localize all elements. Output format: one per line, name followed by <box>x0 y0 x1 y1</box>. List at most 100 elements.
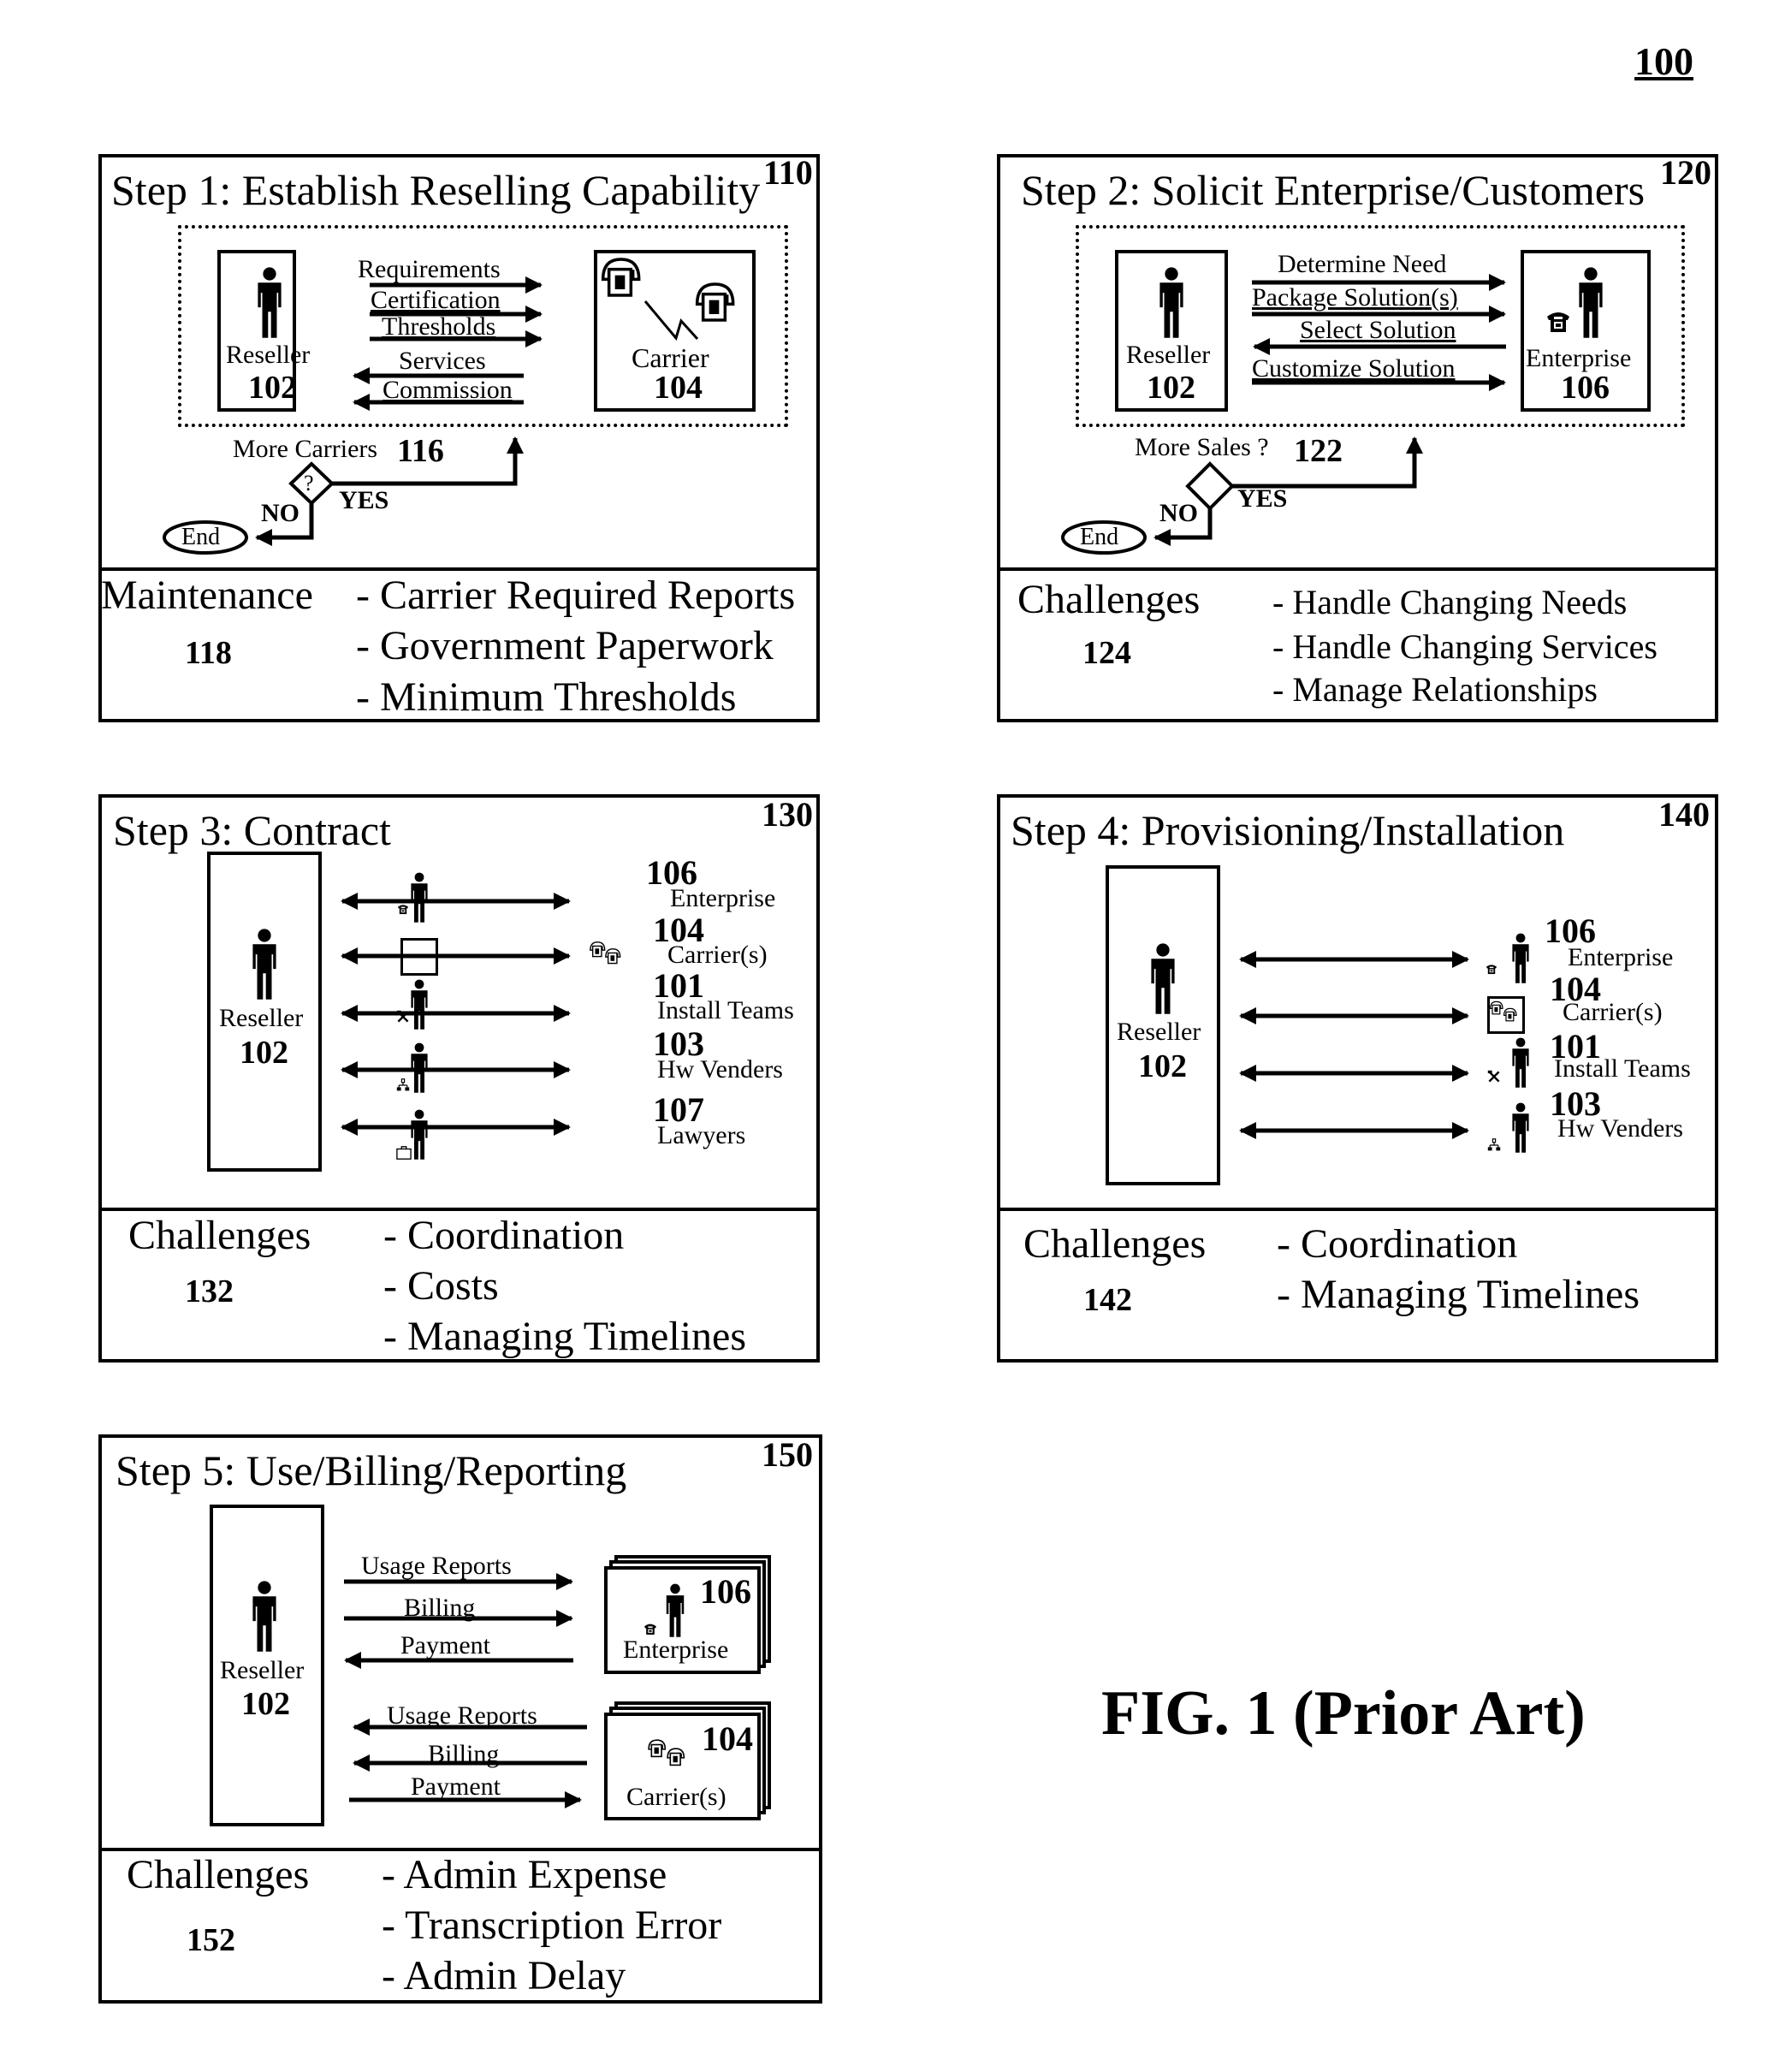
step5-enterprise-ref: 106 <box>700 1572 751 1611</box>
lawyer-person-icon <box>409 1109 430 1161</box>
step4-reseller-label: Reseller <box>1117 1018 1201 1046</box>
reseller-person-icon <box>255 265 284 341</box>
step5-title: Step 5: Use/Billing/Reporting <box>116 1446 627 1494</box>
step1-ref: 110 <box>763 153 813 192</box>
step1-reseller-ref: 102 <box>248 370 297 406</box>
carrier-phone-icon <box>1503 1006 1523 1027</box>
no-label: NO <box>261 499 299 527</box>
step3-divider <box>98 1208 820 1211</box>
phone-icon <box>1486 963 1497 975</box>
step1-section-ref: 118 <box>185 635 232 671</box>
party-label: Lawyers <box>657 1121 746 1149</box>
step5-carrier-ref: 104 <box>702 1719 753 1758</box>
step1-carrier-ref: 104 <box>654 370 703 406</box>
msg-payment: Payment <box>411 1772 501 1801</box>
tools-icon <box>1487 1070 1501 1083</box>
step4-section-item: - Coordination <box>1277 1221 1518 1267</box>
end-label: End <box>181 524 221 550</box>
step2-enterprise-label: Enterprise <box>1526 344 1632 372</box>
step2-section-ref: 124 <box>1082 635 1131 671</box>
party-label: Carrier(s) <box>667 941 768 969</box>
step2-ref: 120 <box>1660 153 1711 192</box>
msg-determine-need: Determine Need <box>1278 250 1447 278</box>
figure-reference-number: 100 <box>1634 39 1693 83</box>
step2-section-item: - Handle Changing Services <box>1272 627 1658 666</box>
step2-title: Step 2: Solicit Enterprise/Customers <box>1021 166 1646 214</box>
step2-section-heading: Challenges <box>1017 577 1201 622</box>
step2-section-item: - Manage Relationships <box>1272 670 1598 709</box>
no-label: NO <box>1159 499 1198 527</box>
step5-section-heading: Challenges <box>127 1852 310 1897</box>
step3-section-ref: 132 <box>185 1273 234 1309</box>
reseller-person-icon <box>250 1579 279 1654</box>
msg-billing: Billing <box>428 1740 500 1768</box>
step5-section-item: - Admin Expense <box>382 1852 667 1897</box>
step2-enterprise-ref: 106 <box>1561 370 1610 406</box>
step2-reseller-ref: 102 <box>1147 370 1195 406</box>
step1-section-item: - Government Paperwork <box>356 623 774 668</box>
step3-reseller-label: Reseller <box>219 1004 304 1032</box>
hw-vendor-person-icon <box>1510 1102 1531 1154</box>
step1-section-item: - Minimum Thresholds <box>356 674 737 720</box>
step3-reseller-ref: 102 <box>240 1035 288 1071</box>
carrier-phone-icon <box>599 253 659 313</box>
enterprise-person-icon <box>1510 933 1531 984</box>
network-icon <box>1487 1138 1501 1152</box>
step4-section-heading: Challenges <box>1023 1221 1207 1267</box>
msg-certification: Certification <box>371 286 501 314</box>
party-label: Hw Venders <box>657 1055 783 1083</box>
step5-divider <box>98 1848 822 1851</box>
carrier-phone-icon <box>666 1746 693 1773</box>
step1-section-heading: Maintenance <box>101 573 313 618</box>
step1-carrier-label: Carrier <box>632 342 709 373</box>
decision-ref: 122 <box>1294 433 1343 469</box>
msg-services: Services <box>399 347 486 375</box>
step3-section-item: - Coordination <box>383 1213 625 1258</box>
step5-carrier-label: Carrier(s) <box>626 1783 726 1811</box>
install-team-person-icon <box>1510 1037 1531 1089</box>
msg-usage-reports: Usage Reports <box>387 1701 537 1730</box>
step1-divider <box>98 567 820 571</box>
msg-package-solutions: Package Solution(s) <box>1252 283 1458 312</box>
step5-section-item: - Admin Delay <box>382 1953 626 1998</box>
party-label: Install Teams <box>1554 1054 1691 1083</box>
phone-icon <box>1545 308 1571 334</box>
carrier-phone-icon <box>604 947 628 971</box>
msg-billing: Billing <box>404 1594 476 1622</box>
step5-enterprise-label: Enterprise <box>623 1636 729 1664</box>
msg-requirements: Requirements <box>358 255 501 283</box>
step4-divider <box>997 1208 1718 1211</box>
msg-payment: Payment <box>400 1631 490 1659</box>
step4-title: Step 4: Provisioning/Installation <box>1011 806 1565 854</box>
enterprise-person-icon <box>1576 265 1605 341</box>
step4-reseller-ref: 102 <box>1138 1048 1187 1084</box>
step1-reseller-label: Reseller <box>226 341 311 369</box>
step4-ref: 140 <box>1658 795 1710 834</box>
step3-section-item: - Costs <box>383 1263 499 1309</box>
step3-section-item: - Managing Timelines <box>383 1314 747 1359</box>
network-icon <box>396 1078 410 1092</box>
step4-section-item: - Managing Timelines <box>1277 1272 1640 1317</box>
reseller-person-icon <box>250 927 279 1002</box>
phone-icon <box>643 1622 657 1636</box>
step5-section-ref: 152 <box>187 1922 235 1958</box>
step3-ref: 130 <box>762 795 813 834</box>
msg-usage-reports: Usage Reports <box>361 1552 512 1580</box>
hw-vendor-person-icon <box>409 1042 430 1094</box>
step5-section-item: - Transcription Error <box>382 1903 722 1948</box>
msg-select-solution: Select Solution <box>1300 316 1456 344</box>
step2-section-item: - Handle Changing Needs <box>1272 583 1628 621</box>
party-label: Hw Venders <box>1557 1114 1683 1143</box>
step5-reseller-label: Reseller <box>220 1656 305 1684</box>
decision-ref: 116 <box>397 433 444 469</box>
step5-reseller-ref: 102 <box>241 1686 290 1722</box>
carrier-phone-icon <box>693 278 753 338</box>
decision-label: More Sales ? <box>1135 433 1269 461</box>
party-label: Enterprise <box>1568 943 1674 971</box>
msg-thresholds: Thresholds <box>382 312 496 341</box>
party-label: Enterprise <box>670 884 776 912</box>
step2-divider <box>997 567 1718 571</box>
step4-section-ref: 142 <box>1083 1282 1132 1318</box>
step5-ref: 150 <box>762 1435 813 1474</box>
step1-title: Step 1: Establish Reselling Capability <box>111 166 761 214</box>
